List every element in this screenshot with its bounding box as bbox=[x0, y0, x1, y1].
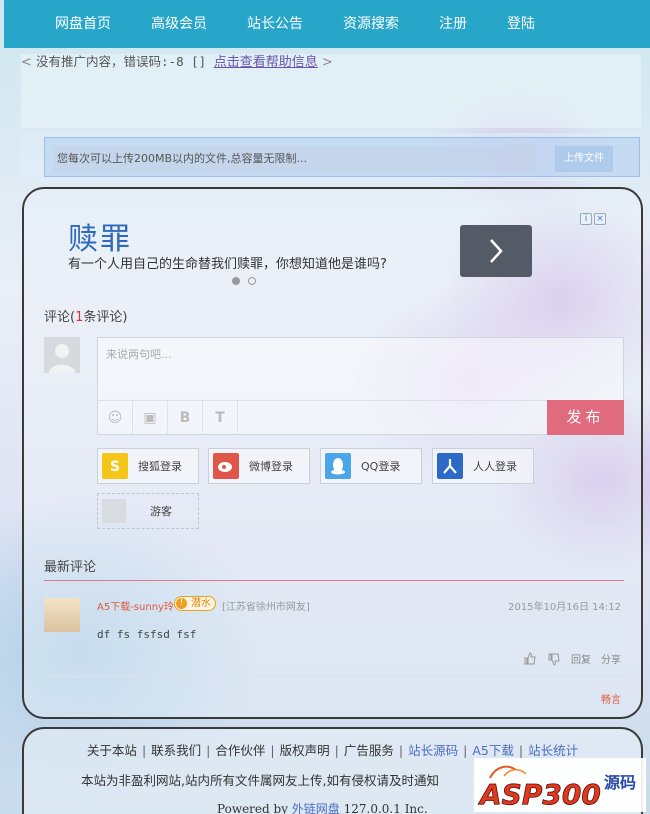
chevron-right-icon bbox=[490, 239, 503, 263]
comment-actions: 回复 分享 bbox=[523, 651, 621, 666]
changyan-link[interactable]: 畅言 bbox=[601, 691, 621, 706]
footer-link-source[interactable]: 站长源码 bbox=[408, 743, 458, 758]
comment-editor[interactable]: 来说两句吧... ☺ ▣ B T 发布 bbox=[97, 337, 624, 435]
commenter-name[interactable]: A5下载-sunny玲 bbox=[97, 598, 174, 613]
nav-item-login[interactable]: 登陆 bbox=[487, 0, 555, 48]
logo-text: ASP300 bbox=[478, 778, 601, 811]
commenter-avatar[interactable] bbox=[44, 598, 80, 632]
help-link[interactable]: 点击查看帮助信息 bbox=[214, 55, 318, 70]
thumbs-up-icon[interactable] bbox=[523, 651, 537, 666]
footer-link-contact[interactable]: 联系我们 bbox=[151, 743, 201, 758]
thumbs-down-icon[interactable] bbox=[547, 652, 561, 666]
sohu-icon: S bbox=[102, 453, 128, 479]
qq-icon bbox=[325, 453, 351, 479]
weibo-login-button[interactable]: 微博登录 bbox=[208, 448, 310, 484]
emoji-icon[interactable]: ☺ bbox=[98, 401, 133, 434]
nav-item-home[interactable]: 网盘首页 bbox=[4, 0, 131, 48]
ad-notice-area: < 没有推广内容，错误码:-8 [] 点击查看帮助信息 > bbox=[21, 54, 641, 128]
text-format-icon[interactable]: T bbox=[203, 401, 238, 434]
footer-notice: 本站为非盈利网站,站内所有文件属网友上传,如有侵权请及时通知 bbox=[81, 773, 439, 788]
reply-button[interactable]: 回复 bbox=[571, 651, 591, 666]
powered-suffix: 127.0.0.1 Inc. bbox=[339, 802, 428, 814]
banner-next-button[interactable] bbox=[460, 225, 532, 277]
sohu-login-label: 搜狐登录 bbox=[138, 460, 182, 473]
footer-link-a5[interactable]: A5下载 bbox=[472, 743, 514, 758]
carousel-dot[interactable] bbox=[248, 277, 256, 285]
nav-item-search[interactable]: 资源搜索 bbox=[323, 0, 419, 48]
close-icon[interactable]: × bbox=[594, 213, 606, 225]
ad-notice-line: < 没有推广内容，错误码:-8 [] 点击查看帮助信息 > bbox=[21, 54, 333, 71]
publish-button[interactable]: 发布 bbox=[547, 400, 624, 435]
close-bracket: > bbox=[321, 55, 333, 70]
footer-powered: Powered by 外链网盘 127.0.0.1 Inc. bbox=[217, 800, 428, 814]
upload-input[interactable]: 您每次可以上传200MB以内的文件,总容量无限制... bbox=[53, 146, 536, 172]
powered-prefix: Powered by bbox=[217, 802, 292, 814]
guest-label: 游客 bbox=[150, 505, 172, 518]
divider bbox=[44, 676, 624, 677]
logo-text-suffix: 源码 bbox=[604, 773, 636, 792]
renren-login-label: 人人登录 bbox=[473, 460, 517, 473]
qq-login-button[interactable]: QQ登录 bbox=[320, 448, 422, 484]
latest-comments-title: 最新评论 bbox=[44, 560, 97, 575]
upload-button[interactable]: 上传文件 bbox=[555, 146, 613, 172]
commenter-location: [江苏省徐州市网友] bbox=[222, 602, 310, 613]
footer-link-stats[interactable]: 站长统计 bbox=[528, 743, 578, 758]
comment-timestamp: 2015年10月16日 14:12 bbox=[508, 602, 621, 613]
powered-link[interactable]: 外链网盘 bbox=[292, 802, 340, 814]
weibo-icon bbox=[213, 453, 239, 479]
footer-link-ads[interactable]: 广告服务 bbox=[344, 743, 394, 758]
guest-avatar-icon bbox=[102, 499, 126, 523]
ad-choices[interactable]: i × bbox=[580, 213, 606, 225]
bold-icon[interactable]: B bbox=[168, 401, 203, 434]
sohu-login-button[interactable]: S 搜狐登录 bbox=[97, 448, 199, 484]
image-icon[interactable]: ▣ bbox=[133, 401, 168, 434]
top-nav: 网盘首页 高级会员 站长公告 资源搜索 注册 登陆 bbox=[4, 0, 650, 48]
comment-heading-prefix: 评论( bbox=[44, 310, 76, 325]
footer-link-about[interactable]: 关于本站 bbox=[87, 743, 137, 758]
weibo-login-label: 微博登录 bbox=[249, 460, 293, 473]
info-icon[interactable]: i bbox=[580, 213, 592, 225]
footer-links: 关于本站 | 联系我们 | 合作伙伴 | 版权声明 | 广告服务 | 站长源码 | A5下载 | 站长统计 bbox=[86, 743, 579, 758]
footer-link-copyright[interactable]: 版权声明 bbox=[280, 743, 330, 758]
banner-title[interactable]: 赎罪 bbox=[68, 214, 132, 258]
upload-box: 您每次可以上传200MB以内的文件,总容量无限制... 上传文件 bbox=[44, 137, 640, 177]
renren-login-button[interactable]: 人人登录 bbox=[432, 448, 534, 484]
share-button[interactable]: 分享 bbox=[601, 651, 621, 666]
footer-link-partners[interactable]: 合作伙伴 bbox=[215, 743, 265, 758]
nav-item-vip[interactable]: 高级会员 bbox=[131, 0, 227, 48]
editor-toolbar: ☺ ▣ B T bbox=[98, 400, 548, 434]
comment-input[interactable]: 来说两句吧... bbox=[106, 346, 172, 362]
nav-item-announcement[interactable]: 站长公告 bbox=[227, 0, 323, 48]
status-badge: 潜水 bbox=[174, 596, 216, 611]
avatar bbox=[44, 337, 80, 373]
user-silhouette-icon bbox=[49, 344, 75, 373]
comment-text: df fs fsfsd fsf bbox=[97, 628, 197, 641]
guest-login-button[interactable]: 游客 bbox=[97, 493, 199, 529]
comment-heading: 评论(1条评论) bbox=[44, 306, 127, 325]
asp300-logo: ASP300 源码 bbox=[474, 758, 646, 812]
comment-panel: 赎罪 有一个人用自己的生命替我们赎罪，你想知道他是谁吗? i × 评论(1条评论… bbox=[22, 187, 643, 719]
comment-heading-suffix: 条评论) bbox=[83, 310, 128, 325]
ad-error-message: 没有推广内容，错误码:-8 [] bbox=[36, 54, 214, 69]
nav-item-register[interactable]: 注册 bbox=[419, 0, 487, 48]
divider bbox=[44, 580, 624, 581]
qq-login-label: QQ登录 bbox=[361, 460, 401, 473]
upload-area: 您每次可以上传200MB以内的文件,总容量无限制... 上传文件 bbox=[21, 133, 641, 181]
open-bracket: < bbox=[21, 55, 32, 70]
banner-subtitle[interactable]: 有一个人用自己的生命替我们赎罪，你想知道他是谁吗? bbox=[68, 253, 387, 272]
carousel-dot[interactable] bbox=[232, 277, 240, 285]
renren-icon bbox=[437, 453, 463, 479]
svg-text:S: S bbox=[110, 459, 120, 474]
carousel-dots bbox=[232, 277, 256, 285]
